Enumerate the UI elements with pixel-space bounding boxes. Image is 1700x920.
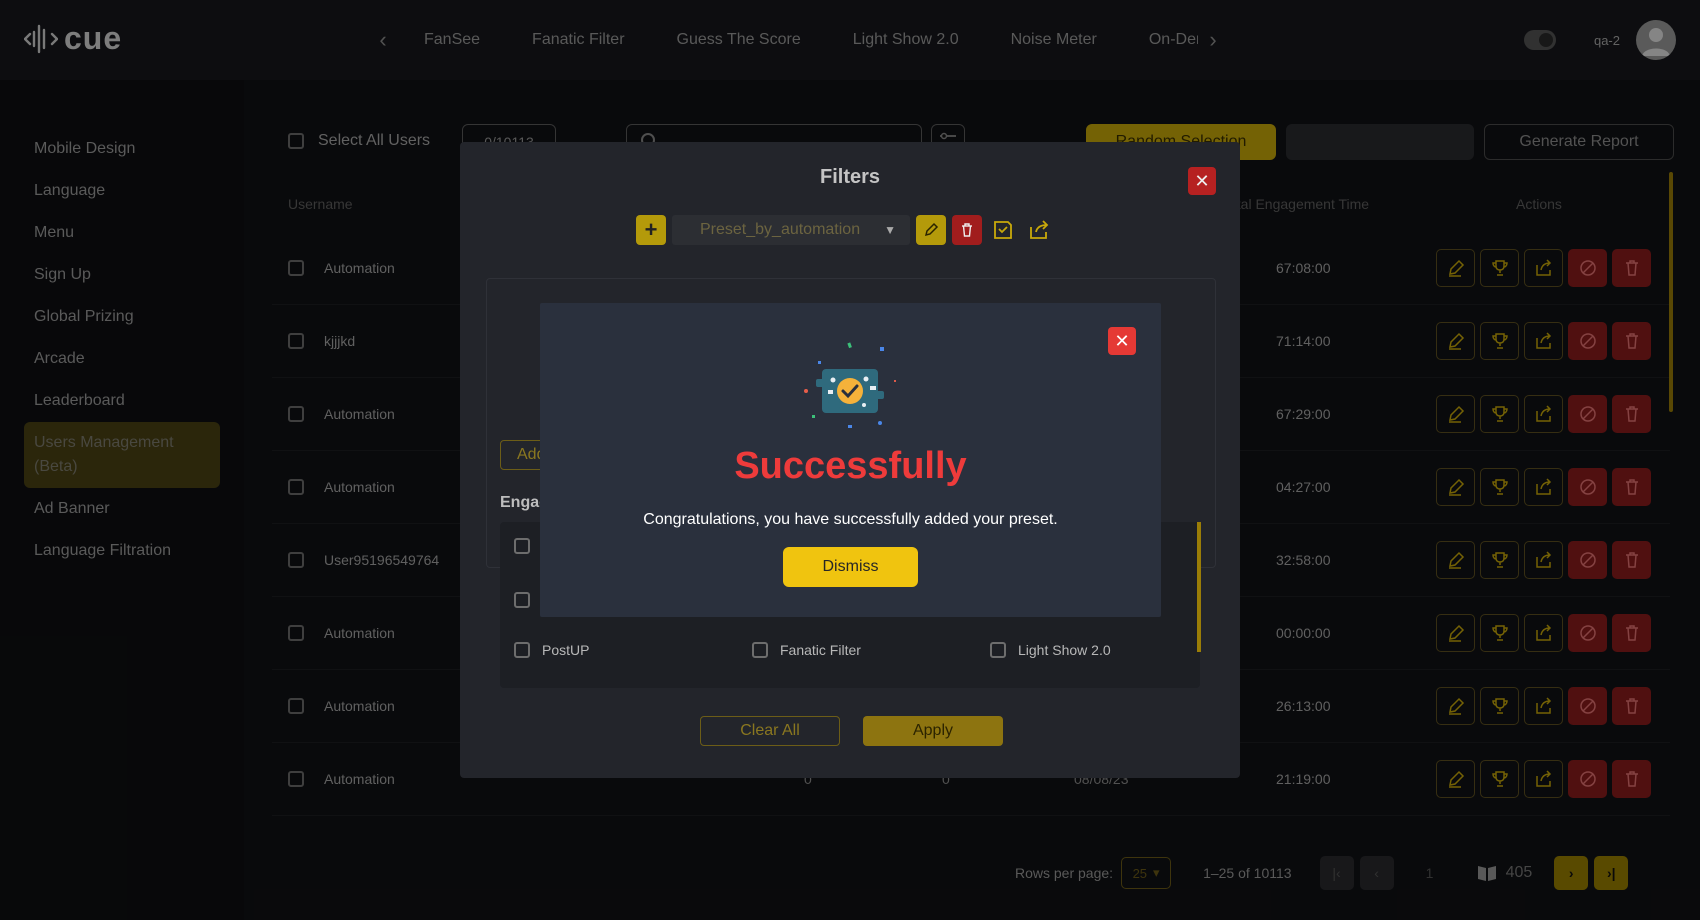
trash-icon	[962, 223, 972, 237]
confetti-success-icon	[804, 342, 896, 428]
filters-close-button[interactable]: ✕	[1188, 167, 1216, 195]
option-checkbox[interactable]	[752, 642, 768, 658]
preset-bar: + Preset_by_automation ▼	[636, 215, 1054, 245]
save-icon	[994, 221, 1012, 239]
delete-preset-button[interactable]	[952, 215, 982, 245]
pencil-icon	[924, 222, 939, 237]
filters-title: Filters	[819, 166, 881, 188]
option-label: PostUP	[542, 642, 590, 658]
success-message: Congratulations, you have successfully a…	[643, 511, 1058, 528]
clear-all-button[interactable]: Clear All	[700, 716, 840, 746]
app-root: cue ‹ FanSee Fanatic Filter Guess The Sc…	[0, 0, 1700, 920]
dismiss-button[interactable]: Dismiss	[783, 547, 918, 587]
preset-select[interactable]: Preset_by_automation ▼	[672, 215, 910, 245]
apply-button[interactable]: Apply	[863, 716, 1003, 746]
plus-icon: +	[644, 217, 658, 242]
caret-down-icon: ▼	[884, 223, 896, 237]
engagement-checkbox[interactable]	[514, 538, 530, 554]
option-fanatic-filter[interactable]: Fanatic Filter	[752, 642, 861, 658]
option-checkbox[interactable]	[990, 642, 1006, 658]
option-checkbox[interactable]	[514, 642, 530, 658]
option-postup[interactable]: PostUP	[514, 642, 589, 658]
option-light-show[interactable]: Light Show 2.0	[990, 642, 1111, 658]
edit-preset-button[interactable]	[916, 215, 946, 245]
share-preset-button[interactable]	[1024, 215, 1054, 245]
save-preset-button[interactable]	[988, 215, 1018, 245]
engagement-checkbox[interactable]	[514, 592, 530, 608]
success-title: Successfully	[734, 445, 967, 487]
close-icon: ✕	[1114, 330, 1130, 351]
close-icon: ✕	[1194, 170, 1210, 191]
preset-name: Preset_by_automation	[700, 221, 861, 238]
share-icon	[1030, 220, 1049, 239]
add-preset-button[interactable]: +	[636, 215, 666, 245]
option-label: Light Show 2.0	[1018, 642, 1111, 658]
success-dialog: ✕ Successfully Congratulations, you have…	[540, 303, 1161, 617]
engagement-scrollbar[interactable]	[1197, 522, 1201, 652]
success-close-button[interactable]: ✕	[1108, 327, 1136, 355]
option-label: Fanatic Filter	[780, 642, 861, 658]
